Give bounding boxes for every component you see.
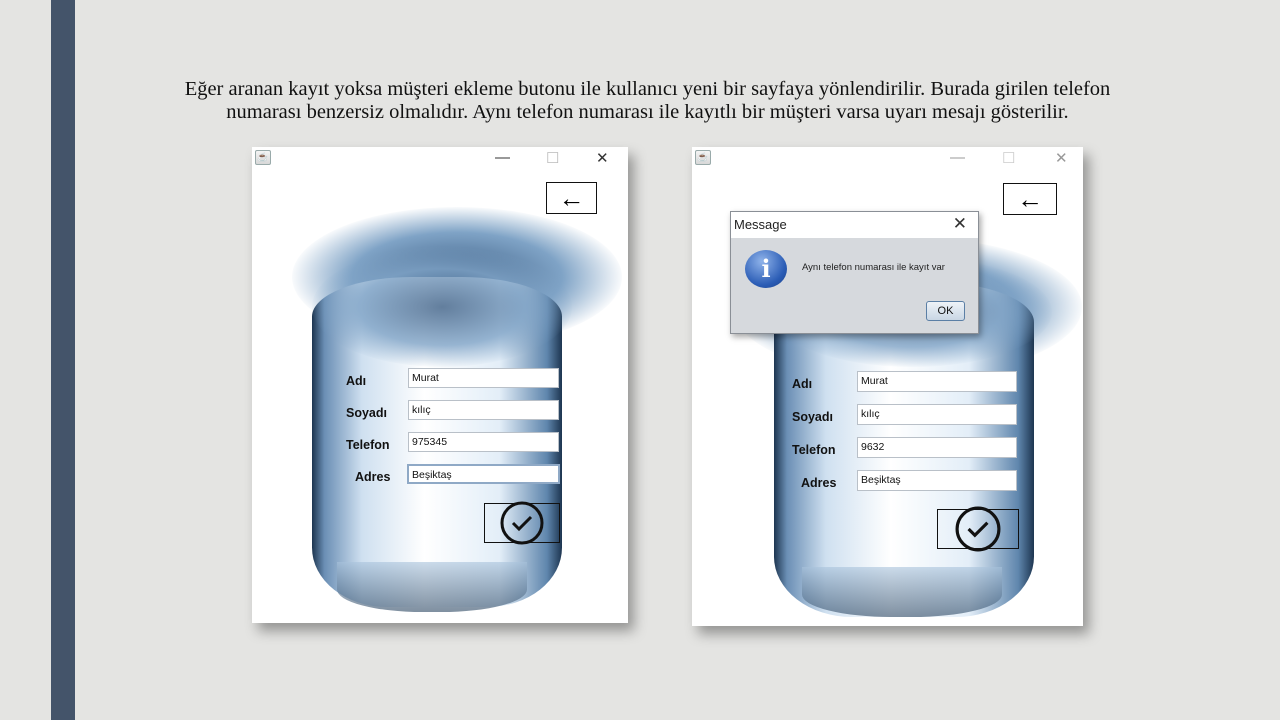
back-button[interactable]: ← (1003, 183, 1057, 215)
maximize-button[interactable]: ☐ (1002, 149, 1015, 167)
add-customer-window: ☕ — ☐ ✕ ← Adı Soyadı Telefon Adres Murat… (252, 147, 628, 623)
address-label: Adres (355, 470, 391, 484)
dialog-titlebar: Message ✕ (731, 212, 978, 238)
maximize-button[interactable]: ☐ (546, 149, 559, 167)
surname-input[interactable]: kılıç (857, 404, 1017, 425)
address-input[interactable]: Beşiktaş (407, 464, 560, 484)
surname-label: Soyadı (346, 406, 387, 420)
phone-label: Telefon (792, 443, 836, 457)
surname-label: Soyadı (792, 410, 833, 424)
minimize-button[interactable]: — (950, 149, 965, 166)
dialog-close-button[interactable]: ✕ (953, 214, 967, 234)
close-button[interactable]: ✕ (1055, 149, 1068, 167)
water-splash-image (312, 247, 572, 367)
dialog-title: Message (734, 217, 787, 232)
address-label: Adres (801, 476, 837, 490)
glass-base-image (802, 567, 1002, 617)
arrow-left-icon: ← (558, 183, 585, 213)
back-button[interactable]: ← (546, 182, 597, 214)
slide-accent-bar (51, 0, 75, 720)
glass-base-image (337, 562, 527, 612)
minimize-button[interactable]: — (495, 149, 510, 166)
slide-caption: Eğer aranan kayıt yoksa müşteri ekleme b… (140, 78, 1155, 124)
name-input[interactable]: Murat (408, 368, 559, 388)
info-icon: i (745, 250, 787, 288)
address-input[interactable]: Beşiktaş (857, 470, 1017, 491)
name-input[interactable]: Murat (857, 371, 1017, 392)
caption-line-1: Eğer aranan kayıt yoksa müşteri ekleme b… (184, 78, 1111, 100)
name-label: Adı (346, 374, 367, 388)
close-button[interactable]: ✕ (596, 149, 609, 167)
name-label: Adı (792, 377, 813, 391)
message-dialog: Message ✕ i Aynı telefon numarası ile ka… (730, 211, 979, 334)
java-app-icon: ☕ (255, 150, 271, 165)
arrow-left-icon: ← (1017, 184, 1043, 214)
phone-label: Telefon (346, 438, 390, 452)
save-button[interactable] (484, 501, 560, 545)
phone-input[interactable]: 975345 (408, 432, 559, 452)
check-circle-icon (500, 501, 544, 545)
check-circle-icon (955, 506, 1001, 552)
ok-button[interactable]: OK (926, 301, 965, 321)
surname-input[interactable]: kılıç (408, 400, 559, 420)
java-app-icon: ☕ (695, 150, 711, 165)
phone-input[interactable]: 9632 (857, 437, 1017, 458)
caption-line-2: numarası benzersiz olmalıdır. Aynı telef… (226, 101, 1069, 123)
save-button[interactable] (937, 506, 1019, 552)
dialog-message: Aynı telefon numarası ile kayıt var (802, 262, 945, 273)
